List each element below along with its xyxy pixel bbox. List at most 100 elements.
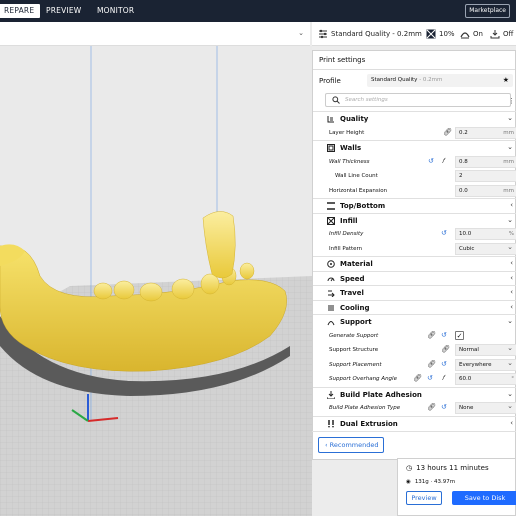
clock-icon: ◷ [406,464,413,472]
link-icon: 🔗︎ [427,330,436,339]
adhesion-type-select[interactable]: None [455,401,516,414]
generate-support-checkbox[interactable]: ✓ [455,330,464,340]
chevron-down-icon: ⌄ [507,317,513,325]
marketplace-button[interactable]: Marketplace [465,4,510,18]
setting-support-placement: Support Placement 🔗︎ ↺ Everywhere [313,358,516,373]
setting-wall-thickness: Wall Thickness ↺ 𝑓 0.8 mm [313,155,516,170]
quick-adhesion[interactable]: Off [490,29,513,39]
chevron-left-icon: ‹ [510,302,513,311]
chevron-left-icon: ‹ [510,201,513,209]
reset-icon[interactable]: ↺ [441,360,447,368]
preview-button[interactable]: Preview [406,491,442,505]
chevron-down-icon: ⌄ [298,29,304,37]
layer-height-field[interactable]: 0.2 mm [455,126,516,139]
chevron-left-icon: ‹ [510,418,513,427]
print-estimate-panel: ◷ 13 hours 11 minutes ◉ 131g · 43.97m Pr… [397,458,516,516]
sliders-icon [319,29,327,39]
top-bar: REPARE PREVIEW MONITOR Marketplace [0,0,516,22]
menu-dots-icon[interactable]: ⋮ [508,97,515,105]
link-icon: 🔗︎ [427,403,436,411]
category-dual-extrusion[interactable]: Dual Extrusion ‹ [313,415,516,431]
category-cooling[interactable]: Cooling ‹ [313,299,516,315]
setting-support-overhang: Support Overhang Angle 🔗︎ ↺ 𝑓 60.0 ° [313,372,516,387]
estimate-material: ◉ 131g · 43.97m [406,479,456,485]
adhesion-icon [327,390,335,399]
quick-profile-label: Standard Quality - 0.2mm [331,30,422,38]
chevron-down-icon: ⌄ [507,114,513,122]
profile-sub: - 0.2mm [419,77,443,83]
tab-preview[interactable]: PREVIEW [46,0,81,22]
category-speed[interactable]: Speed ‹ [313,270,516,286]
setting-horizontal-expansion: Horizontal Expansion 0.0 mm [313,184,516,199]
setting-infill-density: Infill Density ↺ 10.0% [313,227,516,242]
top-bottom-icon [327,202,335,210]
setting-infill-pattern: Infill Pattern Cubic [313,242,516,257]
reset-icon[interactable]: ↺ [428,157,434,165]
category-infill[interactable]: Infill ⌄ [313,212,516,228]
spool-icon: ◉ [406,479,411,485]
search-placeholder: Search settings [345,97,388,103]
infill-density-field[interactable]: 10.0% [455,228,516,240]
quick-infill[interactable]: 10% [426,29,455,39]
model-scene [0,46,312,516]
category-top-bottom[interactable]: Top/Bottom ‹ [313,198,516,213]
support-overhang-field[interactable]: 60.0 ° [455,373,516,385]
category-material[interactable]: Material ‹ [313,256,516,271]
cooling-icon [328,305,334,310]
category-support[interactable]: Support ⌄ [313,314,516,329]
adhesion-icon [490,30,500,39]
setting-wall-line-count: Wall Line Count 2 [313,169,516,184]
wall-line-count-field[interactable]: 2 [455,170,516,182]
infill-pattern-select[interactable]: Cubic [455,242,516,255]
tab-prepare[interactable]: REPARE [0,4,41,18]
estimate-time: ◷ 13 hours 11 minutes [406,464,489,472]
reset-icon[interactable]: ↺ [427,374,433,382]
star-icon[interactable]: ★ [503,74,509,87]
wall-thickness-field[interactable]: 0.8 mm [455,155,516,168]
panel-title: Print settings [319,56,366,64]
travel-icon [328,290,335,297]
function-icon[interactable]: 𝑓 [442,374,444,383]
reset-icon[interactable]: ↺ [441,331,447,339]
quick-support[interactable]: On [460,29,483,39]
infill-icon [327,216,335,225]
category-walls[interactable]: Walls ⌄ [313,140,516,155]
search-input[interactable]: Search settings ⋮ [325,93,515,107]
horizontal-expansion-field[interactable]: 0.0 mm [455,184,516,197]
reset-icon[interactable]: ↺ [441,403,447,411]
quality-icon [327,116,334,123]
chevron-down-icon: ⌄ [507,143,513,151]
category-quality[interactable]: Quality ⌄ [313,111,516,126]
profile-name: Standard Quality [371,77,418,83]
chevron-left-icon: ‹ [510,259,513,267]
tab-monitor[interactable]: MONITOR [97,0,134,22]
quick-profile[interactable]: Standard Quality - 0.2mm [318,29,422,39]
link-icon: 🔗︎ [413,374,422,382]
save-to-disk-button[interactable]: Save to Disk [452,491,516,505]
support-icon [460,32,470,39]
printer-selector[interactable]: ⌄ [0,22,310,46]
setting-support-structure: Support Structure 🔗︎ Normal [313,343,516,358]
category-travel[interactable]: Travel ‹ [313,285,516,300]
link-icon: 🔗︎ [441,345,450,353]
material-icon [327,260,335,268]
setting-adhesion-type: Build Plate Adhesion Type 🔗︎ ↺ None [313,401,516,416]
support-icon [327,321,335,326]
chevron-down-icon: ⌄ [507,215,513,224]
setting-generate-support: Generate Support 🔗︎ ↺ ✓ [329,330,464,340]
recommended-button[interactable]: ‹ Recommended [318,437,384,453]
profile-selector[interactable]: Standard Quality - 0.2mm ★ [367,74,513,87]
function-icon[interactable]: 𝑓 [442,157,444,166]
quick-infill-label: 10% [439,30,455,38]
chevron-left-icon: ‹ [510,273,513,282]
reset-icon[interactable]: ↺ [441,229,447,237]
walls-icon [327,144,335,152]
setting-layer-height: Layer Height 🔗︎ 0.2 mm [313,126,516,141]
link-icon: 🔗︎ [427,359,436,368]
support-structure-select[interactable]: Normal [455,343,516,356]
category-build-plate-adhesion[interactable]: Build Plate Adhesion ⌄ [313,386,516,402]
quick-settings-bar[interactable]: Standard Quality - 0.2mm 10% On Off [312,22,516,46]
support-placement-select[interactable]: Everywhere [455,358,516,371]
quick-adhesion-label: Off [503,30,514,38]
3d-viewport[interactable] [0,46,312,516]
